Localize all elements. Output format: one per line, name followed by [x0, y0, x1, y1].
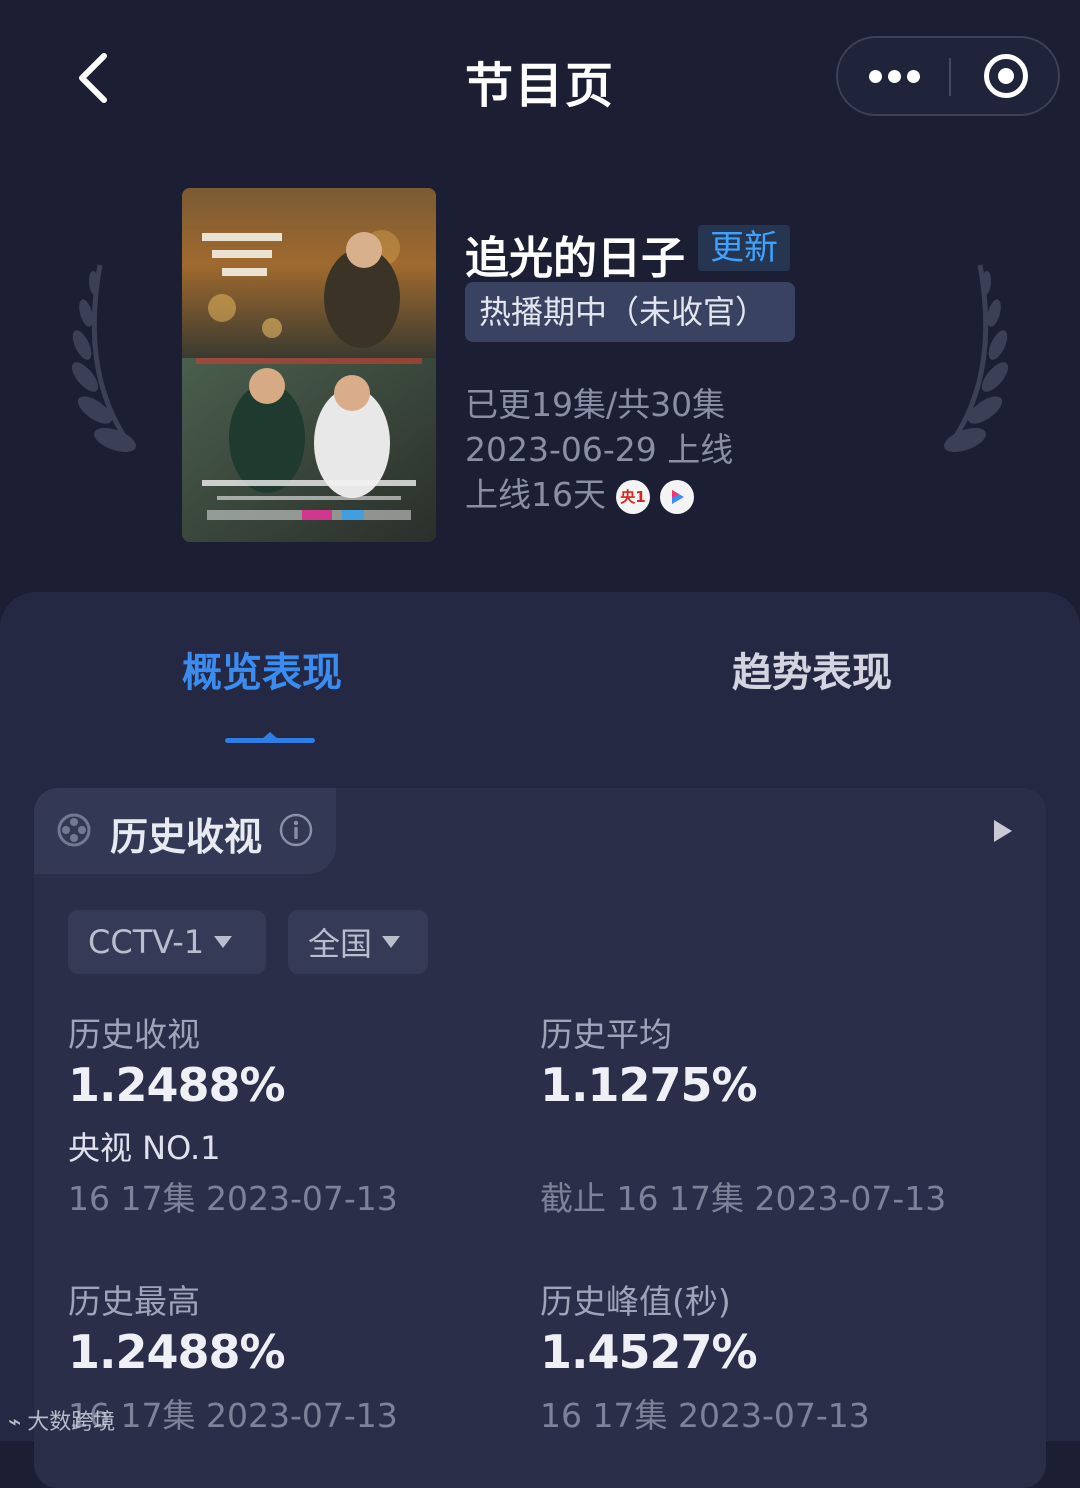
- show-poster-image[interactable]: [182, 188, 436, 542]
- laurel-right-icon: [930, 255, 1020, 465]
- watermark-text: 大数跨境: [27, 1410, 116, 1435]
- stat-history-peak-value: 1.4527%: [540, 1325, 758, 1379]
- stat-history-rating-meta: 16 17集 2023-07-13: [68, 1179, 398, 1218]
- section-title: 历史收视: [110, 815, 263, 859]
- stat-history-high-value: 1.2488%: [68, 1325, 286, 1379]
- caret-down-icon: [382, 936, 401, 948]
- stat-history-rating-rank: 央视 NO.1: [68, 1129, 221, 1167]
- youku-channel-icon: [660, 479, 694, 514]
- close-mini-program-button[interactable]: [952, 38, 1060, 114]
- tab-overview[interactable]: 概览表现: [182, 640, 342, 698]
- stat-history-rating-label: 历史收视: [68, 1015, 200, 1054]
- days-online: 上线16天: [465, 475, 606, 514]
- stat-history-average-label: 历史平均: [540, 1015, 672, 1054]
- more-options-button[interactable]: [838, 38, 950, 114]
- film-reel-icon: [56, 812, 92, 848]
- stat-history-average-value: 1.1275%: [540, 1058, 758, 1112]
- stat-history-rating-value: 1.2488%: [68, 1058, 286, 1112]
- capsule-divider: [949, 58, 951, 96]
- update-badge: 更新: [698, 225, 790, 271]
- watermark-logo-icon: ⌁: [8, 1410, 22, 1435]
- caret-down-icon: [214, 936, 233, 948]
- channel-dropdown[interactable]: CCTV-1: [68, 910, 266, 974]
- status-pill: 热播期中（未收官）: [465, 282, 795, 342]
- region-dropdown[interactable]: 全国: [288, 910, 428, 974]
- more-dot-icon: [887, 69, 901, 83]
- play-icon[interactable]: [994, 820, 1012, 842]
- episode-count: 已更19集/共30集: [465, 385, 726, 424]
- stat-history-peak-meta: 16 17集 2023-07-13: [540, 1396, 870, 1435]
- tab-active-indicator: [225, 738, 315, 743]
- channel-dropdown-value: CCTV-1: [88, 923, 205, 961]
- stat-history-high-label: 历史最高: [68, 1282, 200, 1321]
- cctv1-channel-icon: 央1: [616, 479, 650, 514]
- region-dropdown-value: 全国: [308, 925, 373, 963]
- stat-history-average-meta: 截止 16 17集 2023-07-13: [540, 1179, 947, 1218]
- more-dot-icon: [868, 69, 882, 83]
- days-online-row: 上线16天 央1: [465, 468, 694, 516]
- mini-program-capsule: [836, 36, 1060, 116]
- stat-history-peak-label: 历史峰值(秒): [540, 1282, 731, 1321]
- info-icon[interactable]: [278, 812, 314, 848]
- laurel-left-icon: [60, 255, 150, 465]
- more-dot-icon: [906, 69, 920, 83]
- tab-trend[interactable]: 趋势表现: [732, 640, 892, 698]
- premiere-date: 2023-06-29 上线: [465, 430, 734, 469]
- target-circle-icon: [984, 54, 1028, 98]
- stat-history-high-meta: 16 17集 2023-07-13: [68, 1396, 398, 1435]
- show-title: 追光的日子: [465, 233, 685, 284]
- watermark: ⌁ 大数跨境: [8, 1404, 115, 1436]
